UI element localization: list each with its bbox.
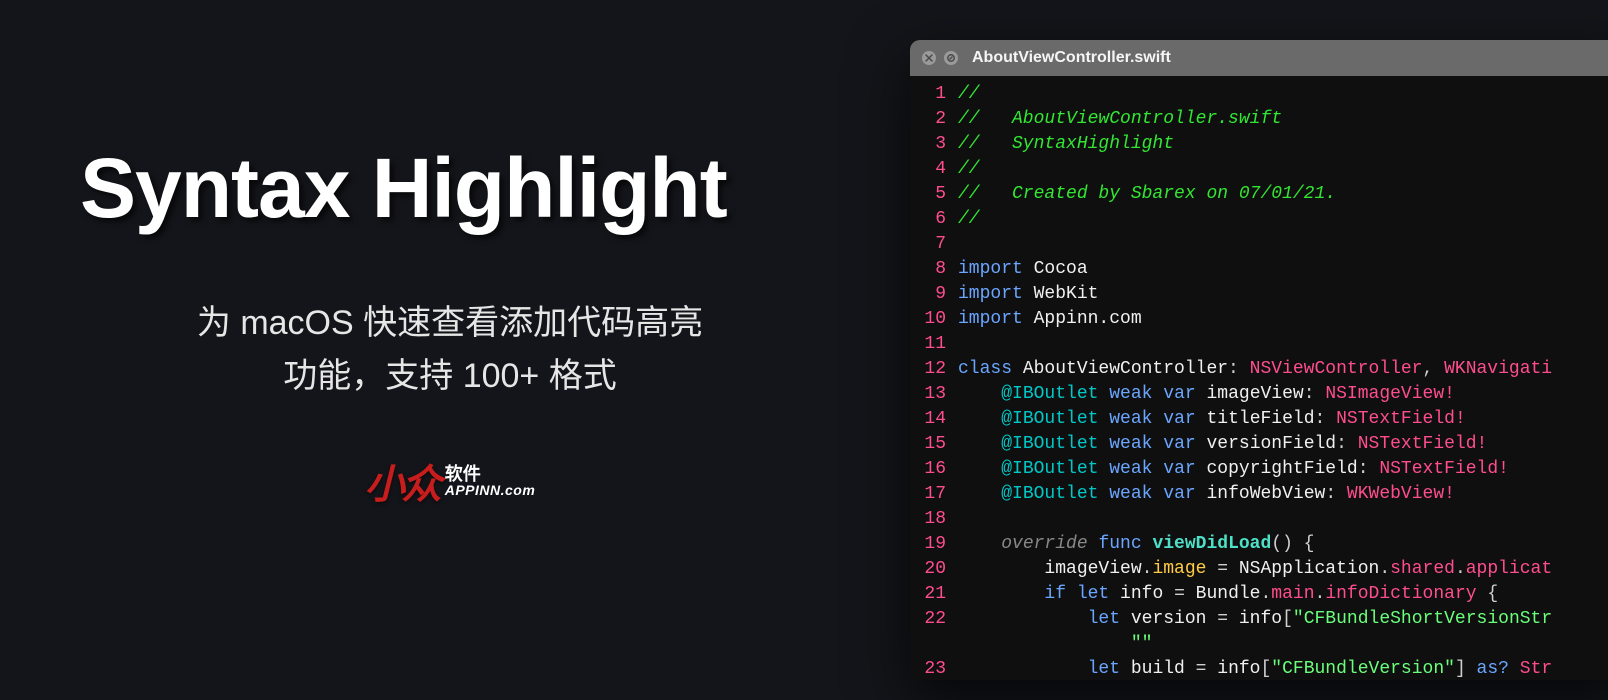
- line-number: 21: [910, 582, 958, 607]
- line-number: 4: [910, 157, 958, 182]
- code-line: 11: [910, 332, 1608, 357]
- code-content: class AboutViewController: NSViewControl…: [958, 357, 1608, 382]
- code-line: 2// AboutViewController.swift: [910, 107, 1608, 132]
- line-number: 22: [910, 607, 958, 632]
- code-content: @IBOutlet weak var versionField: NSTextF…: [958, 432, 1608, 457]
- code-line: 21 if let info = Bundle.main.infoDiction…: [910, 582, 1608, 607]
- page-title: Syntax Highlight: [80, 140, 820, 237]
- code-line: 12class AboutViewController: NSViewContr…: [910, 357, 1608, 382]
- code-content: // AboutViewController.swift: [958, 107, 1608, 132]
- code-line: 13 @IBOutlet weak var imageView: NSImage…: [910, 382, 1608, 407]
- code-content: override func viewDidLoad() {: [958, 532, 1608, 557]
- code-content: @IBOutlet weak var titleField: NSTextFie…: [958, 407, 1608, 432]
- code-line: 23 let build = info["CFBundleVersion"] a…: [910, 657, 1608, 680]
- line-number: 17: [910, 482, 958, 507]
- code-content: @IBOutlet weak var imageView: NSImageVie…: [958, 382, 1608, 407]
- line-number: 7: [910, 232, 958, 257]
- code-line: 16 @IBOutlet weak var copyrightField: NS…: [910, 457, 1608, 482]
- code-content: // SyntaxHighlight: [958, 132, 1608, 157]
- line-number: 14: [910, 407, 958, 432]
- code-content: if let info = Bundle.main.infoDictionary…: [958, 582, 1608, 607]
- line-number: [910, 632, 958, 657]
- code-window: AboutViewController.swift 1//2// AboutVi…: [910, 40, 1608, 680]
- code-line: 10import Appinn.com: [910, 307, 1608, 332]
- code-content: //: [958, 207, 1608, 232]
- close-icon[interactable]: [922, 51, 936, 65]
- code-line: 17 @IBOutlet weak var infoWebView: WKWeb…: [910, 482, 1608, 507]
- code-content: //: [958, 157, 1608, 182]
- line-number: 1: [910, 82, 958, 107]
- line-number: 8: [910, 257, 958, 282]
- subtitle-line-1: 为 macOS 快速查看添加代码高亮: [80, 297, 820, 350]
- window-titlebar[interactable]: AboutViewController.swift: [910, 40, 1608, 76]
- code-line: 22 let version = info["CFBundleShortVers…: [910, 607, 1608, 632]
- logo-mark: 小众: [365, 452, 439, 510]
- code-content: [958, 507, 1608, 532]
- code-line: 15 @IBOutlet weak var versionField: NSTe…: [910, 432, 1608, 457]
- line-number: 11: [910, 332, 958, 357]
- line-number: 23: [910, 657, 958, 680]
- code-line: 4//: [910, 157, 1608, 182]
- code-line: 9import WebKit: [910, 282, 1608, 307]
- line-number: 18: [910, 507, 958, 532]
- code-content: [958, 332, 1608, 357]
- window-title: AboutViewController.swift: [972, 49, 1171, 67]
- code-content: import Cocoa: [958, 257, 1608, 282]
- code-content: @IBOutlet weak var copyrightField: NSTex…: [958, 457, 1608, 482]
- line-number: 2: [910, 107, 958, 132]
- line-number: 5: [910, 182, 958, 207]
- code-editor: 1//2// AboutViewController.swift3// Synt…: [910, 76, 1608, 680]
- line-number: 9: [910, 282, 958, 307]
- line-number: 19: [910, 532, 958, 557]
- code-line: 3// SyntaxHighlight: [910, 132, 1608, 157]
- code-line: 1//: [910, 82, 1608, 107]
- code-line: 7: [910, 232, 1608, 257]
- code-content: // Created by Sbarex on 07/01/21.: [958, 182, 1608, 207]
- code-line: 6//: [910, 207, 1608, 232]
- code-content: let build = info["CFBundleVersion"] as? …: [958, 657, 1608, 680]
- line-number: 10: [910, 307, 958, 332]
- logo-en-text: APPINN.com: [445, 483, 536, 497]
- code-content: @IBOutlet weak var infoWebView: WKWebVie…: [958, 482, 1608, 507]
- minimize-icon[interactable]: [944, 51, 958, 65]
- code-line: 19 override func viewDidLoad() {: [910, 532, 1608, 557]
- code-content: let version = info["CFBundleShortVersion…: [958, 607, 1608, 632]
- brand-logo: 小众 软件 APPINN.com: [80, 452, 820, 510]
- code-content: "": [958, 632, 1608, 657]
- logo-cn-text: 软件: [445, 465, 536, 483]
- code-line: 20 imageView.image = NSApplication.share…: [910, 557, 1608, 582]
- code-line: 5// Created by Sbarex on 07/01/21.: [910, 182, 1608, 207]
- code-line: "": [910, 632, 1608, 657]
- code-line: 18: [910, 507, 1608, 532]
- code-content: imageView.image = NSApplication.shared.a…: [958, 557, 1608, 582]
- subtitle: 为 macOS 快速查看添加代码高亮 功能，支持 100+ 格式: [80, 297, 820, 402]
- code-line: 8import Cocoa: [910, 257, 1608, 282]
- code-content: import WebKit: [958, 282, 1608, 307]
- line-number: 20: [910, 557, 958, 582]
- line-number: 3: [910, 132, 958, 157]
- code-content: [958, 232, 1608, 257]
- line-number: 13: [910, 382, 958, 407]
- code-content: import Appinn.com: [958, 307, 1608, 332]
- line-number: 6: [910, 207, 958, 232]
- code-line: 14 @IBOutlet weak var titleField: NSText…: [910, 407, 1608, 432]
- hero-panel: Syntax Highlight 为 macOS 快速查看添加代码高亮 功能，支…: [80, 140, 820, 510]
- line-number: 12: [910, 357, 958, 382]
- code-content: //: [958, 82, 1608, 107]
- line-number: 16: [910, 457, 958, 482]
- line-number: 15: [910, 432, 958, 457]
- subtitle-line-2: 功能，支持 100+ 格式: [80, 350, 820, 403]
